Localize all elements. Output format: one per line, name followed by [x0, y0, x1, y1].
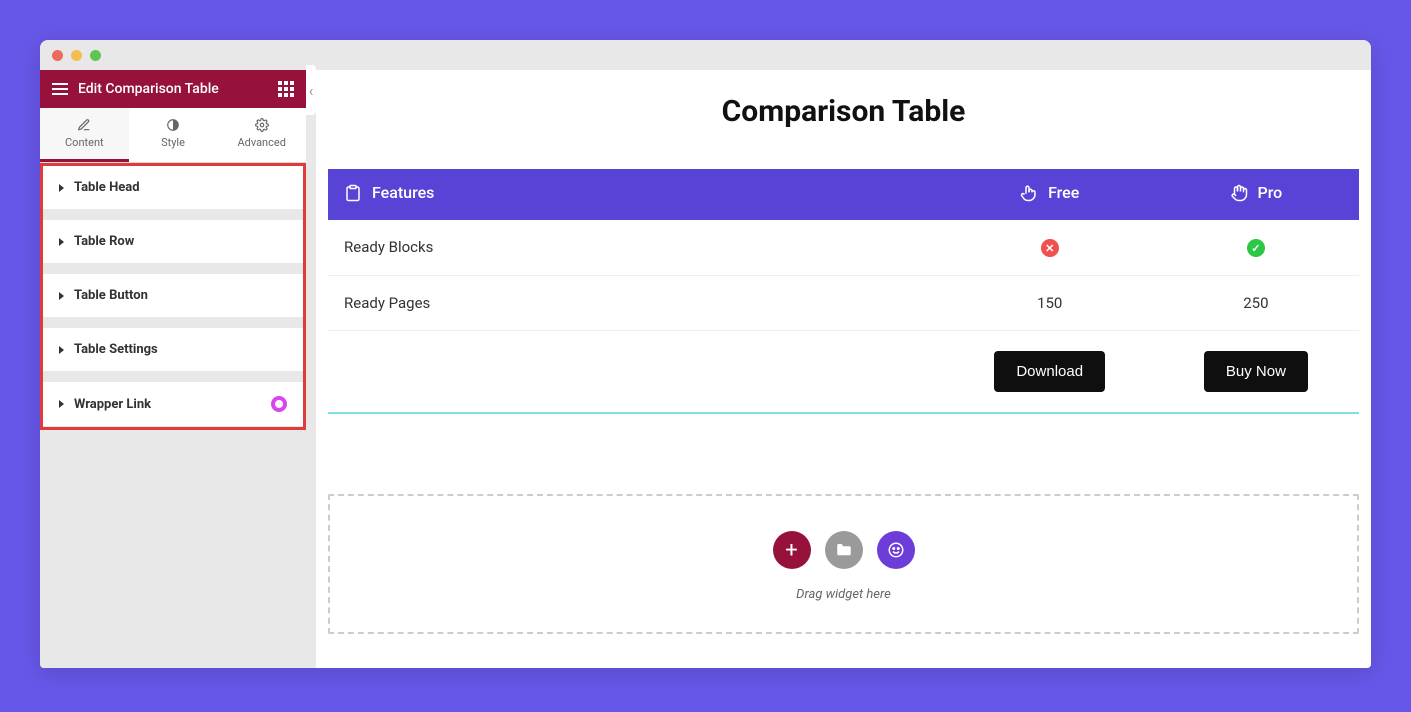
section-table-settings[interactable]: Table Settings [43, 328, 303, 372]
add-widget-button[interactable] [877, 531, 915, 569]
section-badge-icon [271, 396, 287, 412]
widgets-grid-icon[interactable] [278, 81, 294, 97]
section-label: Table Head [74, 180, 140, 195]
pencil-icon [77, 118, 91, 132]
table-button-row: Download Buy Now [328, 331, 1359, 414]
section-table-head[interactable]: Table Head [43, 166, 303, 210]
caret-right-icon [59, 400, 64, 408]
smile-icon [887, 541, 905, 559]
table-row: Ready Blocks ✕ ✓ [328, 220, 1359, 276]
caret-right-icon [59, 292, 64, 300]
drop-zone-hint: Drag widget here [350, 587, 1337, 602]
section-label: Table Button [74, 288, 148, 303]
tab-style[interactable]: Style [129, 108, 218, 162]
tab-style-label: Style [161, 136, 185, 149]
widget-drop-zone[interactable]: + Drag widget here [328, 494, 1359, 634]
plus-icon: + [785, 538, 797, 563]
cell-pro-value: 250 [1153, 276, 1359, 331]
section-label: Table Row [74, 234, 134, 249]
add-section-button[interactable]: + [773, 531, 811, 569]
pointer-hand-icon [1020, 184, 1038, 202]
cell-feature-label: Ready Pages [328, 276, 947, 331]
page-title: Comparison Table [328, 94, 1359, 129]
section-wrapper-link[interactable]: Wrapper Link [43, 382, 303, 427]
window-titlebar [40, 40, 1371, 70]
sidebar-title: Edit Comparison Table [78, 81, 219, 97]
folder-icon [835, 541, 853, 559]
add-template-button[interactable] [825, 531, 863, 569]
cell-free-value: 150 [947, 276, 1153, 331]
th-features-label: Features [372, 183, 434, 202]
clipboard-icon [344, 184, 362, 202]
sidebar-collapse-handle[interactable] [306, 65, 316, 115]
gear-icon [255, 118, 269, 132]
cell-pro: ✓ [1153, 220, 1359, 276]
sidebar-tabs: Content Style Advanced [40, 108, 306, 163]
menu-icon[interactable] [52, 83, 68, 95]
sections-panel-highlighted: Table Head Table Row Table Button Table … [40, 163, 306, 430]
th-pro-label: Pro [1258, 183, 1283, 202]
wave-hand-icon [1230, 184, 1248, 202]
buy-now-button[interactable]: Buy Now [1204, 351, 1308, 392]
download-button[interactable]: Download [994, 351, 1105, 392]
section-table-button[interactable]: Table Button [43, 274, 303, 318]
half-circle-icon [166, 118, 180, 132]
check-icon: ✓ [1247, 239, 1265, 257]
cell-free: ✕ [947, 220, 1153, 276]
cell-feature-label: Ready Blocks [328, 220, 947, 276]
browser-window: Edit Comparison Table Content Style Adv [40, 40, 1371, 668]
tab-advanced-label: Advanced [237, 136, 285, 149]
window-close-icon[interactable] [52, 50, 63, 61]
table-row: Ready Pages 150 250 [328, 276, 1359, 331]
caret-right-icon [59, 184, 64, 192]
th-free-label: Free [1048, 183, 1079, 202]
tab-advanced[interactable]: Advanced [217, 108, 306, 162]
window-maximize-icon[interactable] [90, 50, 101, 61]
section-label: Table Settings [74, 342, 158, 357]
section-label: Wrapper Link [74, 397, 151, 412]
comparison-table: Features Free Pro [328, 169, 1359, 414]
window-minimize-icon[interactable] [71, 50, 82, 61]
editor-sidebar: Edit Comparison Table Content Style Adv [40, 70, 306, 668]
th-features: Features [328, 169, 947, 220]
th-free: Free [947, 169, 1153, 220]
caret-right-icon [59, 238, 64, 246]
section-table-row[interactable]: Table Row [43, 220, 303, 264]
tab-content-label: Content [65, 136, 104, 149]
sidebar-header: Edit Comparison Table [40, 70, 306, 108]
caret-right-icon [59, 346, 64, 354]
preview-canvas: Comparison Table Features [316, 70, 1371, 668]
cross-icon: ✕ [1041, 239, 1059, 257]
tab-content[interactable]: Content [40, 108, 129, 162]
th-pro: Pro [1153, 169, 1359, 220]
